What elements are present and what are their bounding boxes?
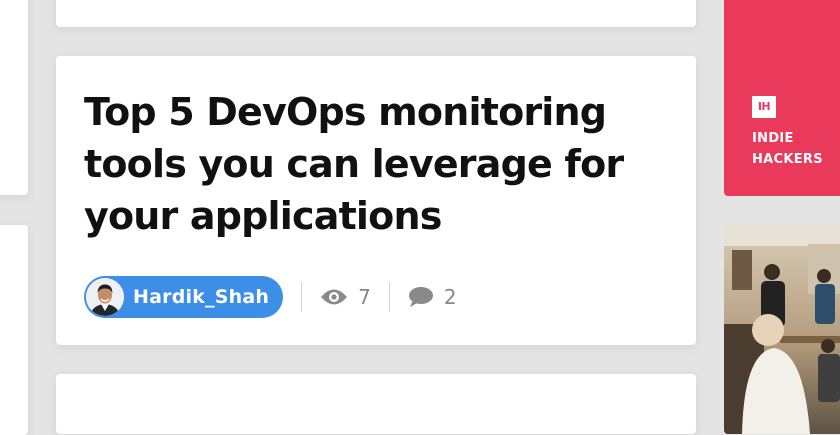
feed-card-previous[interactable] bbox=[56, 0, 696, 27]
feed-card-left-partial-bottom[interactable] bbox=[0, 225, 28, 435]
coworking-photo-image bbox=[724, 224, 840, 434]
post-card[interactable]: Top 5 DevOps monitoring tools you can le… bbox=[56, 56, 696, 345]
feed-card-next[interactable] bbox=[56, 374, 696, 434]
views-count: 7 bbox=[358, 285, 371, 309]
comments-count: 2 bbox=[443, 285, 457, 309]
author-avatar bbox=[86, 278, 124, 316]
views-stat: 7 bbox=[320, 285, 371, 309]
post-title[interactable]: Top 5 DevOps monitoring tools you can le… bbox=[84, 86, 644, 242]
indie-hackers-logo: IH bbox=[752, 96, 776, 118]
comments-stat[interactable]: 2 bbox=[408, 285, 457, 309]
indie-hackers-promo[interactable]: IH INDIE HACKERS bbox=[724, 0, 840, 196]
author-chip[interactable]: Hardik_Shah bbox=[84, 276, 284, 318]
author-name: Hardik_Shah bbox=[133, 286, 270, 308]
speech-bubble-icon bbox=[408, 286, 434, 308]
feed-card-left-partial-top[interactable] bbox=[0, 0, 28, 195]
meta-divider bbox=[301, 282, 303, 312]
post-meta: Hardik_Shah 7 2 bbox=[84, 276, 457, 318]
eye-icon bbox=[320, 288, 348, 306]
sidebar-photo-card[interactable] bbox=[724, 224, 840, 434]
meta-divider bbox=[388, 282, 390, 312]
indie-hackers-label: INDIE HACKERS bbox=[752, 131, 823, 167]
